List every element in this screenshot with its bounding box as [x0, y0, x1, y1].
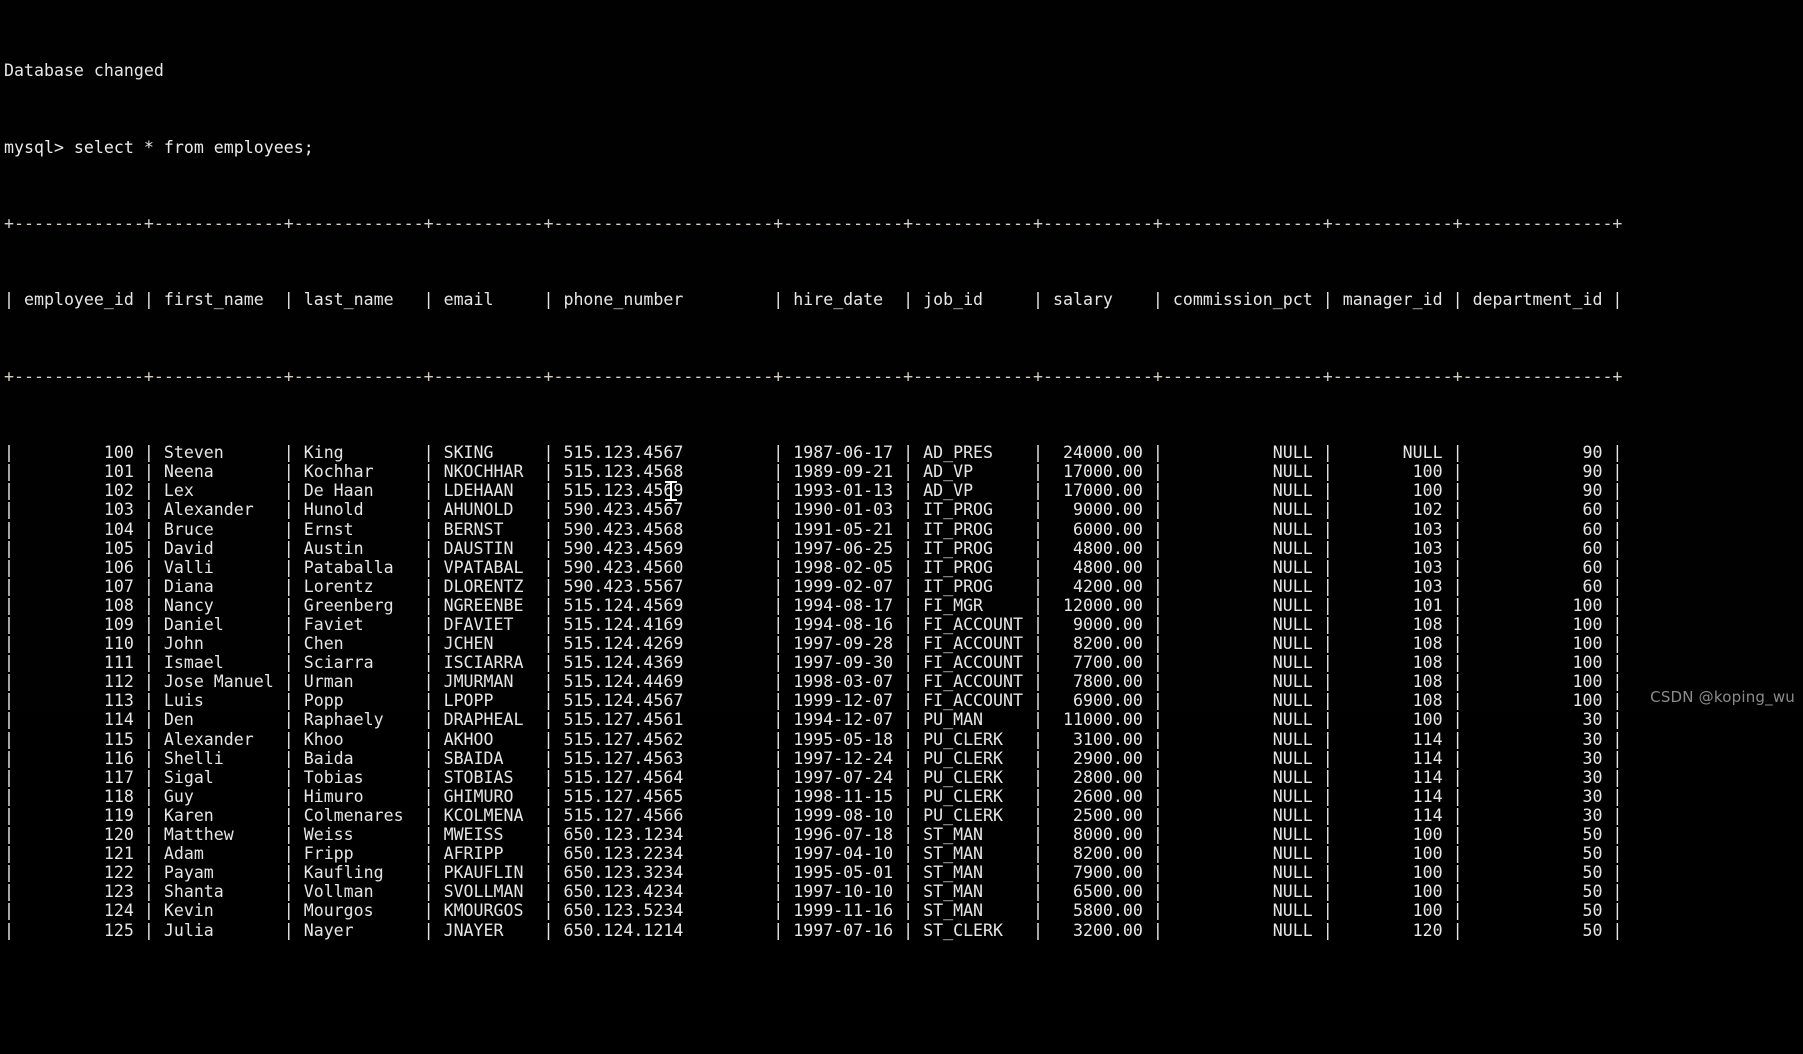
table-body: | 100 | Steven | King | SKING | 515.123.…	[4, 443, 1803, 939]
table-row: | 112 | Jose Manuel | Urman | JMURMAN | …	[4, 672, 1623, 692]
table-row: | 106 | Valli | Pataballa | VPATABAL | 5…	[4, 557, 1623, 577]
table-row: | 103 | Alexander | Hunold | AHUNOLD | 5…	[4, 500, 1623, 520]
table-row: | 110 | John | Chen | JCHEN | 515.124.42…	[4, 634, 1623, 654]
table-row: | 124 | Kevin | Mourgos | KMOURGOS | 650…	[4, 901, 1623, 921]
table-row: | 122 | Payam | Kaufling | PKAUFLIN | 65…	[4, 863, 1623, 883]
table-row: | 101 | Neena | Kochhar | NKOCHHAR | 515…	[4, 462, 1623, 482]
status-message: Database changed	[4, 61, 164, 81]
table-row: | 107 | Diana | Lorentz | DLORENTZ | 590…	[4, 576, 1623, 596]
table-row: | 114 | Den | Raphaely | DRAPHEAL | 515.…	[4, 710, 1623, 730]
table-row: | 100 | Steven | King | SKING | 515.123.…	[4, 443, 1623, 463]
table-row: | 115 | Alexander | Khoo | AKHOO | 515.1…	[4, 729, 1623, 749]
table-header-separator: +-------------+-------------+-----------…	[4, 366, 1623, 386]
table-header-row: | employee_id | first_name | last_name |…	[4, 290, 1623, 310]
table-row: | 109 | Daniel | Faviet | DFAVIET | 515.…	[4, 615, 1623, 634]
table-row: | 105 | David | Austin | DAUSTIN | 590.4…	[4, 538, 1623, 558]
command-prompt-line: mysql> select * from employees;	[4, 137, 314, 157]
table-row: | 123 | Shanta | Vollman | SVOLLMAN | 65…	[4, 882, 1623, 902]
table-top-border: +-------------+-------------+-----------…	[4, 214, 1623, 234]
table-row: | 118 | Guy | Himuro | GHIMURO | 515.127…	[4, 786, 1623, 806]
table-row: | 111 | Ismael | Sciarra | ISCIARRA | 51…	[4, 653, 1623, 673]
table-row: | 121 | Adam | Fripp | AFRIPP | 650.123.…	[4, 844, 1623, 864]
table-row: | 113 | Luis | Popp | LPOPP | 515.124.45…	[4, 691, 1623, 711]
terminal-window[interactable]: Database changed mysql> select * from em…	[0, 0, 1803, 940]
table-row: | 117 | Sigal | Tobias | STOBIAS | 515.1…	[4, 767, 1623, 787]
table-row: | 102 | Lex | De Haan | LDEHAAN | 515.12…	[4, 481, 1623, 501]
table-row: | 104 | Bruce | Ernst | BERNST | 590.423…	[4, 519, 1623, 539]
table-row: | 125 | Julia | Nayer | JNAYER | 650.124…	[4, 920, 1623, 940]
table-row: | 119 | Karen | Colmenares | KCOLMENA | …	[4, 805, 1623, 825]
table-row: | 108 | Nancy | Greenberg | NGREENBE | 5…	[4, 595, 1623, 615]
table-row: | 120 | Matthew | Weiss | MWEISS | 650.1…	[4, 825, 1623, 845]
table-row: | 116 | Shelli | Baida | SBAIDA | 515.12…	[4, 748, 1623, 768]
watermark-label: CSDN @koping_wu	[1650, 687, 1795, 706]
